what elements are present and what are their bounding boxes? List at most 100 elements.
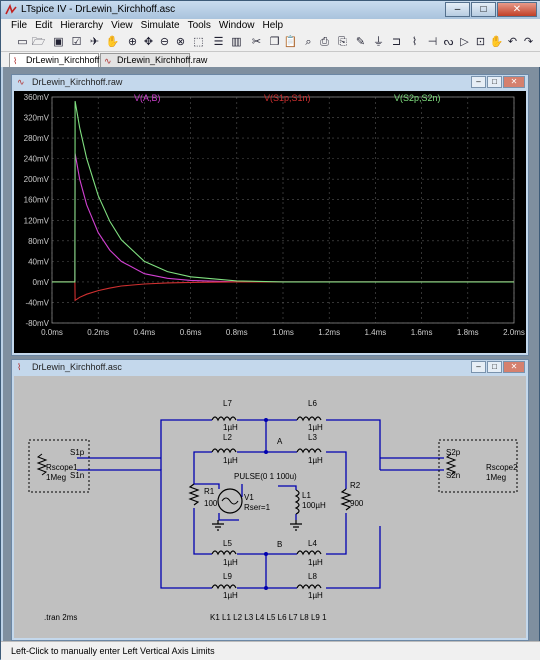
schematic-maximize-button[interactable]: □ bbox=[487, 361, 502, 373]
open-icon[interactable]: 🗁 bbox=[31, 35, 46, 50]
tile-horizontal-icon[interactable]: ☰ bbox=[211, 35, 226, 50]
save-icon[interactable]: ▣ bbox=[51, 35, 66, 50]
waveform-minimize-button[interactable]: – bbox=[471, 76, 486, 88]
l2-value: 1µH bbox=[223, 456, 238, 465]
menu-file[interactable]: File bbox=[11, 19, 27, 33]
find-icon[interactable]: ⌕ bbox=[301, 35, 316, 50]
l1-name: L1 bbox=[302, 491, 311, 500]
status-bar: Left-Click to manually enter Left Vertic… bbox=[1, 641, 540, 660]
y-tick-label: 80mV bbox=[28, 237, 50, 246]
copy-icon[interactable]: ❐ bbox=[267, 35, 282, 50]
l3-value: 1µH bbox=[308, 456, 323, 465]
y-tick-label: 280mV bbox=[24, 134, 50, 143]
document-tabs: ⌇ DrLewin_Kirchhoff.asc ∿ DrLewin_Kirchh… bbox=[1, 52, 540, 67]
schematic-close-button[interactable]: ✕ bbox=[503, 361, 525, 373]
x-tick-label: 1.2ms bbox=[318, 328, 340, 337]
x-tick-label: 1.6ms bbox=[411, 328, 433, 337]
tab-label: DrLewin_Kirchhoff.raw bbox=[117, 55, 208, 65]
x-tick-label: 0.6ms bbox=[180, 328, 202, 337]
print-icon[interactable]: ⎙ bbox=[317, 35, 332, 50]
minimize-button[interactable]: – bbox=[445, 2, 470, 17]
menu-tools[interactable]: Tools bbox=[188, 19, 211, 33]
l8-name: L8 bbox=[308, 572, 317, 581]
tab-waveform[interactable]: ∿ DrLewin_Kirchhoff.raw bbox=[100, 53, 207, 67]
voltage-source-symbol bbox=[217, 488, 243, 514]
s2p-label: S2p bbox=[446, 448, 461, 457]
print-preview-icon[interactable]: ⎘ bbox=[335, 35, 350, 50]
zoom-in-icon[interactable]: ⊕ bbox=[125, 35, 140, 50]
l9-name: L9 bbox=[223, 572, 232, 581]
zoom-fit-icon[interactable]: ⊗ bbox=[173, 35, 188, 50]
waveform-icon: ∿ bbox=[17, 77, 25, 87]
resistor-icon[interactable]: ⌇ bbox=[407, 35, 422, 50]
schematic-canvas[interactable]: L7 1µH L6 1µH L2 1µH L3 1µH L5 1µH L4 1µ… bbox=[14, 376, 526, 638]
menu-window[interactable]: Window bbox=[219, 19, 255, 33]
control-panel-icon[interactable]: ☑ bbox=[69, 35, 84, 50]
waveform-chart[interactable]: 360mV 320mV 280mV 240mV 200mV 160mV 120mV 80mV 4… bbox=[14, 91, 526, 353]
x-tick-label: 0.0ms bbox=[41, 328, 63, 337]
new-schematic-icon[interactable]: ▭ bbox=[15, 35, 30, 50]
x-tick-label: 0.2ms bbox=[87, 328, 109, 337]
schematic-titlebar[interactable]: ⌇ DrLewin_Kirchhoff.asc – □ ✕ bbox=[12, 360, 528, 376]
wire-icon[interactable]: ✎ bbox=[353, 35, 368, 50]
schematic-icon: ⌇ bbox=[13, 56, 18, 66]
tile-vertical-icon[interactable]: ▥ bbox=[229, 35, 244, 50]
menu-view[interactable]: View bbox=[111, 19, 133, 33]
l2-name: L2 bbox=[223, 433, 232, 442]
schematic-title: DrLewin_Kirchhoff.asc bbox=[32, 362, 122, 372]
node-b-label: B bbox=[277, 540, 282, 549]
waveform-plot[interactable]: 360mV 320mV 280mV 240mV 200mV 160mV 120mV 80mV 4… bbox=[14, 91, 526, 353]
paste-icon[interactable]: 📋 bbox=[283, 35, 298, 50]
redo-icon[interactable]: ↷ bbox=[521, 35, 536, 50]
schematic-window: ⌇ DrLewin_Kirchhoff.asc – □ ✕ L7 1µH L6 … bbox=[11, 359, 529, 641]
x-tick-label: 1.4ms bbox=[365, 328, 387, 337]
schematic-minimize-button[interactable]: – bbox=[471, 361, 486, 373]
close-button[interactable]: ✕ bbox=[497, 2, 537, 17]
cut-icon[interactable]: ✂ bbox=[249, 35, 264, 50]
maximize-button[interactable]: □ bbox=[471, 2, 496, 17]
waveform-titlebar[interactable]: ∿ DrLewin_Kirchhoff.raw – □ ✕ bbox=[12, 75, 528, 91]
l7-name: L7 bbox=[223, 399, 232, 408]
y-tick-label: 240mV bbox=[24, 155, 50, 164]
menu-bar: File Edit Hierarchy View Simulate Tools … bbox=[1, 19, 540, 33]
diode-icon[interactable]: ▷ bbox=[457, 35, 472, 50]
halt-icon[interactable]: ✋ bbox=[105, 35, 120, 50]
ground-symbols bbox=[212, 520, 302, 531]
tran-directive: .tran 2ms bbox=[44, 613, 77, 622]
tab-schematic[interactable]: ⌇ DrLewin_Kirchhoff.asc bbox=[9, 53, 116, 67]
waveform-icon: ∿ bbox=[104, 56, 112, 66]
component-icon[interactable]: ⊡ bbox=[473, 35, 488, 50]
waveform-close-button[interactable]: ✕ bbox=[503, 76, 525, 88]
capacitor-icon[interactable]: ⊣ bbox=[425, 35, 440, 50]
y-tick-label: 320mV bbox=[24, 114, 50, 123]
menu-simulate[interactable]: Simulate bbox=[141, 19, 180, 33]
run-icon[interactable]: ✈ bbox=[87, 35, 102, 50]
v1-rser: Rser=1 bbox=[244, 503, 271, 512]
menu-help[interactable]: Help bbox=[263, 19, 284, 33]
s1p-label: S1p bbox=[70, 448, 85, 457]
l5-value: 1µH bbox=[223, 558, 238, 567]
waveform-title: DrLewin_Kirchhoff.raw bbox=[32, 77, 123, 87]
move-icon[interactable]: ✋ bbox=[489, 35, 504, 50]
waveform-maximize-button[interactable]: □ bbox=[487, 76, 502, 88]
menu-hierarchy[interactable]: Hierarchy bbox=[60, 19, 103, 33]
l4-value: 1µH bbox=[308, 558, 323, 567]
ground-icon[interactable]: ⏚ bbox=[371, 35, 386, 50]
autorange-icon[interactable]: ⬚ bbox=[191, 35, 206, 50]
menu-edit[interactable]: Edit bbox=[35, 19, 52, 33]
y-tick-label: 0mV bbox=[33, 278, 50, 287]
y-tick-label: 40mV bbox=[28, 257, 50, 266]
label-icon[interactable]: ⊐ bbox=[389, 35, 404, 50]
zoom-out-icon[interactable]: ⊖ bbox=[157, 35, 172, 50]
l3-name: L3 bbox=[308, 433, 317, 442]
title-bar: LTspice IV - DrLewin_Kirchhoff.asc – □ ✕ bbox=[1, 1, 540, 19]
undo-icon[interactable]: ↶ bbox=[505, 35, 520, 50]
rscope2-name: Rscope2 bbox=[486, 463, 518, 472]
inductor-icon[interactable]: ᔓ bbox=[441, 35, 456, 50]
l1-value: 100µH bbox=[302, 501, 326, 510]
circuit-diagram[interactable]: L7 1µH L6 1µH L2 1µH L3 1µH L5 1µH L4 1µ… bbox=[14, 376, 526, 638]
zoom-pan-icon[interactable]: ✥ bbox=[141, 35, 156, 50]
y-tick-label: 360mV bbox=[24, 93, 50, 102]
x-tick-label: 0.8ms bbox=[226, 328, 248, 337]
rscope2-value: 1Meg bbox=[486, 473, 506, 482]
